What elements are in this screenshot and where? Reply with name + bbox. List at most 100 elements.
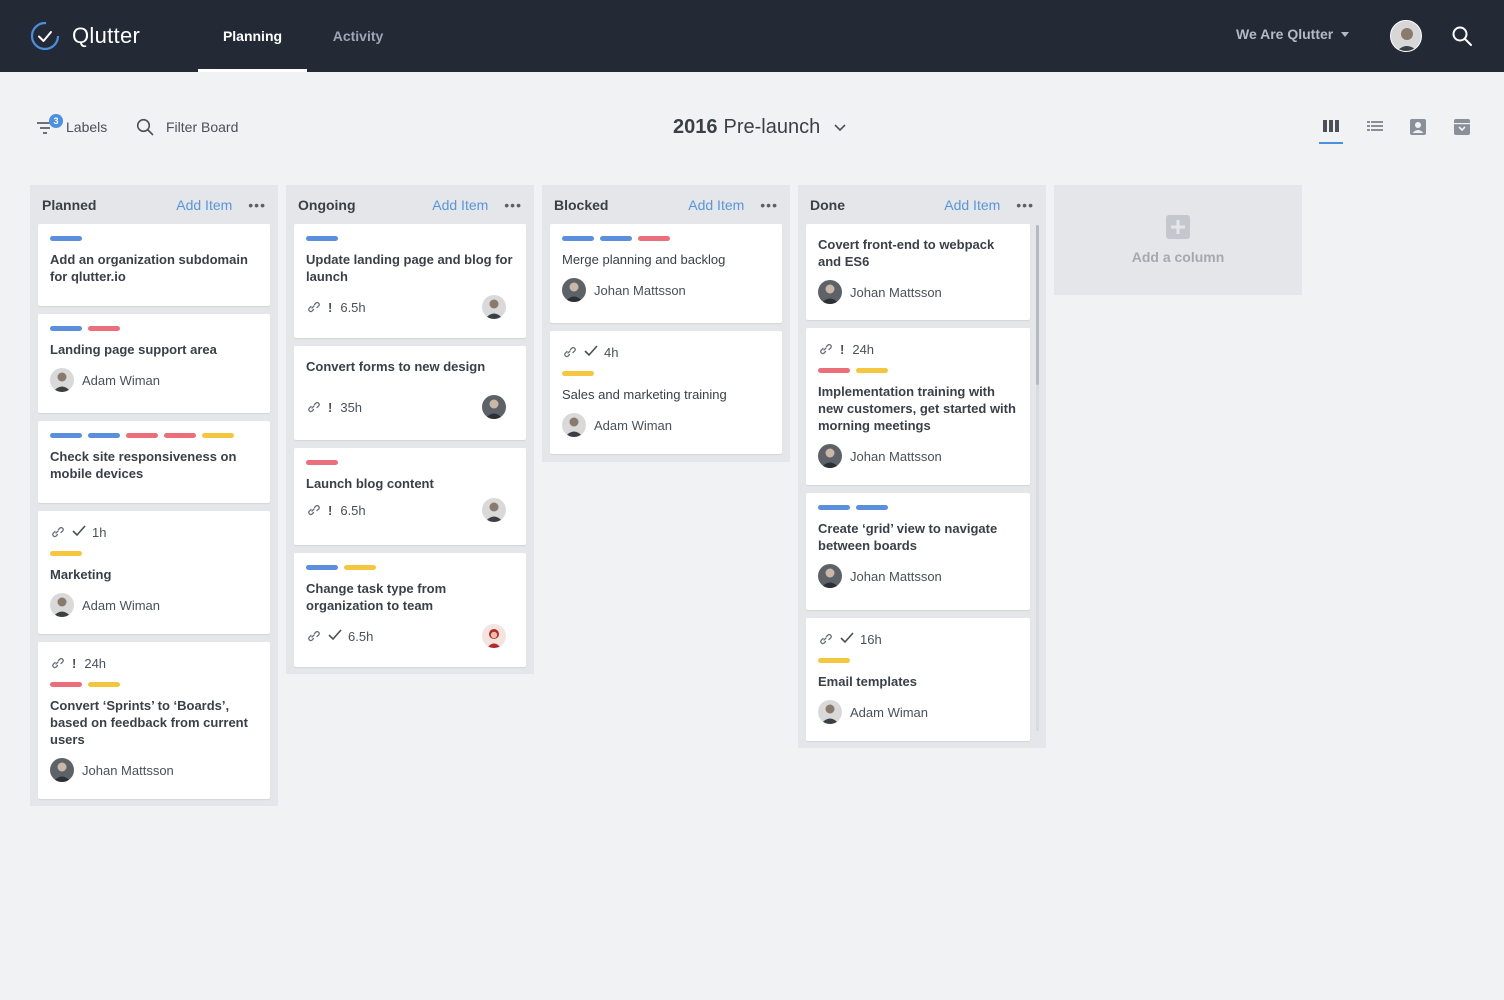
- scrollbar-thumb[interactable]: [1036, 225, 1039, 385]
- time-estimate: 24h: [84, 655, 107, 671]
- tab-activity[interactable]: Activity: [307, 0, 409, 72]
- add-item-button[interactable]: Add Item: [688, 197, 744, 213]
- search-icon[interactable]: [1451, 25, 1473, 47]
- more-icon[interactable]: •••: [248, 198, 266, 212]
- task-card[interactable]: ! 24h Convert ‘Sprints’ to ‘Boards’, bas…: [38, 642, 270, 799]
- avatar: [482, 498, 506, 522]
- check-icon: [840, 631, 854, 647]
- card-assignee: Johan Mattsson: [818, 280, 1018, 304]
- label-tag: [638, 236, 670, 241]
- filter-board-label: Filter Board: [166, 119, 239, 135]
- card-labels: [306, 236, 514, 241]
- priority-icon: !: [328, 399, 333, 415]
- card-footer: ! 35h: [306, 395, 514, 419]
- task-card[interactable]: Check site responsiveness on mobile devi…: [38, 421, 270, 503]
- card-labels: [562, 236, 770, 241]
- card-footer: 6.5h: [306, 624, 514, 648]
- add-item-button[interactable]: Add Item: [176, 197, 232, 213]
- board-view-button[interactable]: [1319, 118, 1343, 144]
- task-card[interactable]: 4h Sales and marketing training Adam Wim…: [550, 331, 782, 454]
- add-item-button[interactable]: Add Item: [944, 197, 1000, 213]
- assignee-name: Adam Wiman: [594, 417, 673, 433]
- people-view-button[interactable]: [1406, 118, 1430, 144]
- list-view-button[interactable]: [1363, 118, 1387, 144]
- archive-view-button[interactable]: [1450, 118, 1474, 144]
- app-logo[interactable]: Qlutter: [30, 20, 140, 52]
- task-card[interactable]: Covert front-end to webpack and ES6 Joha…: [806, 224, 1030, 320]
- person-icon: [1410, 119, 1426, 135]
- card-title: Convert forms to new design: [306, 359, 486, 374]
- column-header: Planned Add Item •••: [38, 185, 270, 224]
- avatar: [482, 395, 506, 419]
- priority-icon: !: [328, 299, 333, 315]
- card-labels: [818, 658, 1018, 663]
- task-card[interactable]: Create ‘grid’ view to navigate between b…: [806, 493, 1030, 610]
- label-tag: [306, 236, 338, 241]
- task-card[interactable]: 16h Email templates Adam Wiman: [806, 618, 1030, 741]
- assignee-name: Adam Wiman: [82, 372, 161, 388]
- more-icon[interactable]: •••: [504, 198, 522, 212]
- column-header: Ongoing Add Item •••: [294, 185, 526, 224]
- more-icon[interactable]: •••: [760, 198, 778, 212]
- link-icon: [818, 632, 832, 646]
- task-card[interactable]: Launch blog content ! 6.5h: [294, 448, 526, 545]
- column-title: Planned: [42, 196, 97, 213]
- column-scrollbar[interactable]: [1036, 225, 1039, 731]
- task-card[interactable]: Add an organization subdomain for qlutte…: [38, 224, 270, 306]
- label-tag: [856, 505, 888, 510]
- more-icon[interactable]: •••: [1016, 198, 1034, 212]
- filter-board-input[interactable]: Filter Board: [136, 118, 238, 136]
- org-switcher[interactable]: We Are Qlutter: [1236, 26, 1350, 42]
- label-tag: [50, 326, 82, 331]
- card-labels: [562, 371, 770, 376]
- task-card[interactable]: 1h Marketing Adam Wiman: [38, 511, 270, 634]
- card-assignee: Johan Mattsson: [50, 758, 258, 782]
- task-card[interactable]: Change task type from organization to te…: [294, 553, 526, 667]
- card-labels: [818, 505, 1018, 510]
- time-estimate: 16h: [860, 631, 882, 647]
- user-avatar[interactable]: [1390, 20, 1422, 52]
- assignee-name: Johan Mattsson: [594, 282, 686, 298]
- column-done: Done Add Item ••• Covert front-end to we…: [798, 185, 1046, 748]
- card-title: Sales and marketing training: [562, 387, 727, 402]
- card-title: Launch blog content: [306, 476, 434, 491]
- card-title: Landing page support area: [50, 342, 217, 357]
- task-card[interactable]: Landing page support area Adam Wiman: [38, 314, 270, 413]
- add-item-button[interactable]: Add Item: [432, 197, 488, 213]
- label-tag: [50, 236, 82, 241]
- card-title: Change task type from organization to te…: [306, 581, 447, 613]
- task-card[interactable]: ! 24h Implementation training with new c…: [806, 328, 1030, 485]
- tab-planning[interactable]: Planning: [198, 0, 307, 72]
- time-estimate: 6.5h: [340, 502, 366, 518]
- list-icon: [1367, 121, 1383, 131]
- label-tag: [818, 368, 850, 373]
- labels-filter-button[interactable]: 3 Labels: [36, 114, 107, 136]
- card-title: Covert front-end to webpack and ES6: [818, 237, 995, 269]
- label-tag: [202, 433, 234, 438]
- card-assignee: Johan Mattsson: [818, 564, 1018, 588]
- priority-icon: !: [328, 502, 333, 518]
- add-column-label: Add a column: [1131, 249, 1225, 265]
- add-column-button[interactable]: Add a column: [1054, 185, 1302, 295]
- search-icon: [136, 118, 154, 136]
- task-card[interactable]: Merge planning and backlog Johan Mattsso…: [550, 224, 782, 323]
- label-tag: [50, 433, 82, 438]
- assignee-name: Johan Mattsson: [850, 568, 942, 584]
- task-card[interactable]: Convert forms to new design ! 35h: [294, 346, 526, 440]
- task-card[interactable]: Update landing page and blog for launch …: [294, 224, 526, 338]
- time-estimate: 6.5h: [348, 628, 374, 644]
- card-assignee: Johan Mattsson: [562, 278, 770, 302]
- link-icon: [306, 503, 320, 517]
- card-title: Check site responsiveness on mobile devi…: [50, 449, 237, 481]
- column-title: Done: [810, 196, 845, 213]
- card-assignee: Johan Mattsson: [818, 444, 1018, 468]
- board-selector[interactable]: 2016 Pre-launch: [673, 116, 846, 139]
- label-tag: [818, 658, 850, 663]
- link-icon: [50, 656, 64, 670]
- column-header: Done Add Item •••: [806, 185, 1038, 224]
- avatar: [562, 413, 586, 437]
- card-assignee: Adam Wiman: [50, 368, 258, 392]
- card-assignee: Adam Wiman: [818, 700, 1018, 724]
- label-tag: [88, 682, 120, 687]
- time-estimate: 35h: [340, 399, 363, 415]
